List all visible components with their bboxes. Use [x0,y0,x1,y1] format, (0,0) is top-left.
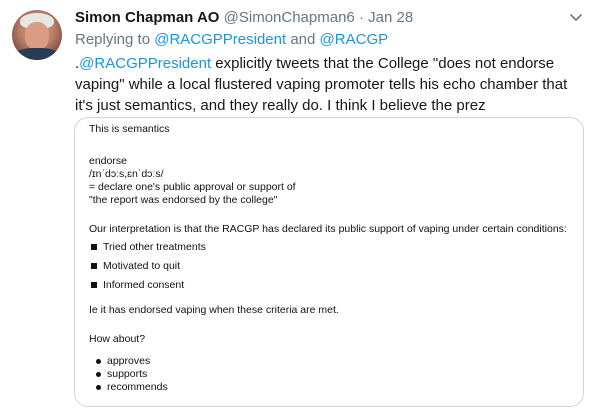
doc-heading: This is semantics [89,123,170,135]
avatar[interactable] [12,10,62,60]
separator-dot: · [358,9,364,26]
condition-label: Informed consent [103,279,185,291]
list-item: supports [89,368,579,381]
square-bullet-icon [91,281,97,288]
attached-image[interactable]: This is semantics endorse /ɪnˈdɔːs,ɛnˈdɔ… [74,117,584,407]
list-item: recommends [89,381,579,394]
author-name[interactable]: Simon Chapman AO [75,9,219,26]
square-bullet-icon [91,243,97,250]
reply-mention-racgp[interactable]: @RACGP [320,31,389,48]
reply-mention-racgppresident[interactable]: @RACGPPresident [154,31,286,48]
avatar-shirt [14,48,60,60]
doc-question: How about? [89,333,146,345]
tweet[interactable]: Simon Chapman AO @SimonChapman6 · Jan 28… [0,0,598,413]
tweet-header: Simon Chapman AO @SimonChapman6 · Jan 28 [75,8,568,28]
reply-context: Replying to @RACGPPresident and @RACGP [75,30,388,50]
image-document: This is semantics endorse /ɪnˈdɔːs,ɛnˈdɔ… [89,123,579,394]
list-item: Motivated to quit [89,257,579,276]
doc-interpretation: Our interpretation is that the RACGP has… [89,223,567,235]
list-item: approves [89,355,579,368]
tweet-date[interactable]: Jan 28 [368,9,413,26]
avatar-face [25,22,49,50]
doc-pronunciation: /ɪnˈdɔːs,ɛnˈdɔːs/ [89,168,164,180]
tweet-text: .@RACGPPresident explicitly tweets that … [75,53,585,116]
list-item: Informed consent [89,276,579,295]
conditions-list: Tried other treatments Motivated to quit… [89,238,579,295]
doc-conclusion: Ie it has endorsed vaping when these cri… [89,304,339,316]
author-handle[interactable]: @SimonChapman6 [224,9,355,26]
doc-example: "the report was endorsed by the college" [89,194,278,206]
reply-and: and [286,31,320,48]
doc-word: endorse [89,155,127,167]
alternatives-list: approves supports recommends [89,355,579,394]
list-item: Tried other treatments [89,238,579,257]
condition-label: Motivated to quit [103,260,181,272]
doc-definition: = declare one's public approval or suppo… [89,181,296,193]
square-bullet-icon [91,262,97,269]
body-mention[interactable]: @RACGPPresident [79,55,211,72]
condition-label: Tried other treatments [103,241,206,253]
reply-prefix: Replying to [75,31,155,48]
chevron-down-icon[interactable] [568,9,584,25]
